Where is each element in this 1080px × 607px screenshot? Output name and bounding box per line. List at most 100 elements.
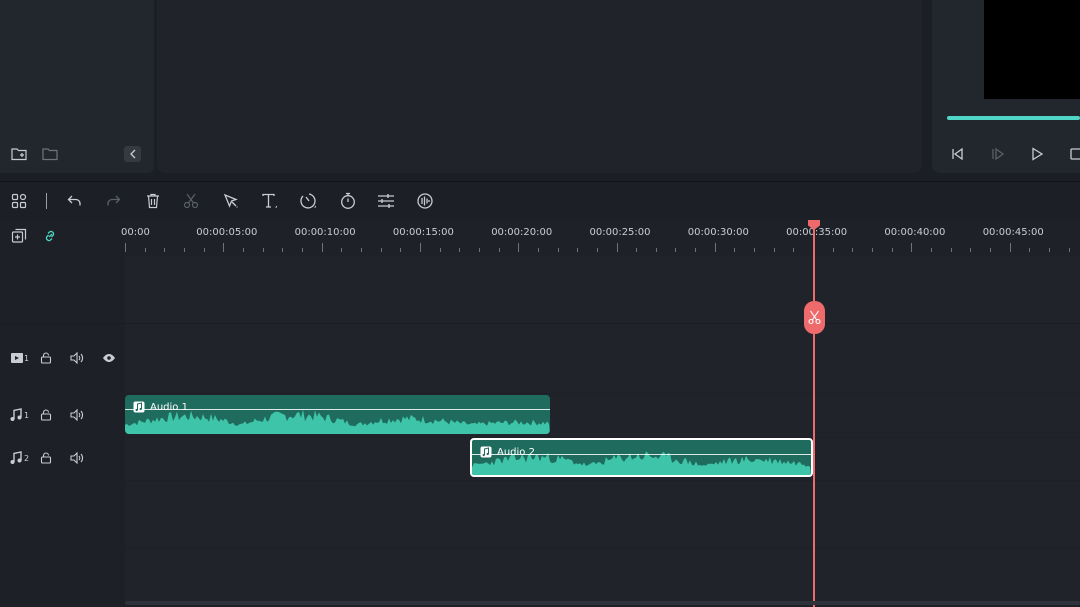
lock-icon[interactable] — [38, 350, 54, 366]
ruler-tick — [419, 243, 421, 252]
new-folder-icon[interactable] — [10, 145, 28, 163]
track-number: 2 — [24, 454, 30, 463]
music-note-icon — [8, 407, 24, 423]
clip-name: Audio 1 — [150, 401, 188, 413]
select-tool-icon[interactable] — [219, 190, 243, 212]
preview-area — [157, 0, 922, 173]
ruler-label: 00:00:30:00 — [687, 227, 749, 238]
split-scissor-icon[interactable] — [804, 301, 825, 334]
volume-icon[interactable] — [69, 350, 85, 366]
ruler-label: 00:00:25:00 — [589, 227, 651, 238]
audio-record-icon[interactable] — [413, 190, 437, 212]
playhead[interactable] — [813, 220, 815, 607]
ruler-tick — [282, 248, 284, 252]
editor-window: 00:00 00:00:05:00 00:00:10:00 00:00:15:00 00… — [0, 0, 1080, 607]
folder-icon[interactable] — [41, 145, 59, 163]
time-ruler[interactable]: 00:00 00:00:05:00 00:00:10:00 00:00:15:00 00… — [121, 220, 1080, 256]
ruler-tick — [125, 243, 126, 252]
volume-icon[interactable] — [69, 407, 85, 423]
ruler-tick — [832, 248, 834, 252]
ruler-tick — [950, 248, 952, 252]
track-row-empty-top — [125, 256, 1080, 323]
volume-icon[interactable] — [69, 450, 85, 466]
ruler-tick — [537, 248, 539, 252]
ruler-label: 00:00:05:00 — [196, 227, 258, 238]
toolbar-divider — [46, 193, 47, 209]
ruler-tick — [223, 243, 225, 252]
clip-name: Audio 2 — [497, 446, 535, 458]
timer-icon[interactable] — [336, 190, 360, 212]
undo-icon[interactable] — [63, 190, 87, 212]
ruler-tick — [242, 248, 244, 252]
ruler-tick — [616, 243, 618, 252]
ruler-tick — [262, 248, 264, 252]
player-screen — [984, 0, 1080, 99]
lock-icon[interactable] — [38, 450, 54, 466]
ruler-tick — [970, 248, 972, 252]
ruler-tick — [203, 248, 205, 252]
ruler-tick — [301, 248, 303, 252]
ruler-tick — [636, 248, 638, 252]
ruler-tick — [911, 243, 913, 252]
layout-grid-icon[interactable] — [7, 190, 31, 212]
ruler-tick — [793, 248, 795, 252]
adjust-icon[interactable] — [374, 190, 398, 212]
ruler-label: 00:00:40:00 — [884, 227, 946, 238]
track-number: 1 — [24, 411, 30, 420]
ruler-tick — [852, 248, 854, 252]
stop-icon[interactable] — [1066, 144, 1080, 164]
link-icon[interactable] — [42, 228, 58, 244]
ruler-left-controls — [0, 220, 125, 256]
lock-icon[interactable] — [38, 407, 54, 423]
ruler-tick — [734, 248, 736, 252]
music-note-icon — [8, 450, 24, 466]
ruler-tick — [380, 248, 382, 252]
ruler-tick — [1009, 243, 1011, 252]
ruler-label: 00:00 — [121, 227, 150, 238]
media-panel — [0, 0, 154, 173]
ruler-tick — [557, 248, 559, 252]
ruler-tick — [872, 248, 874, 252]
track-row-empty-last — [125, 548, 1080, 601]
clip-label: Audio 1 — [133, 401, 188, 413]
track-header-audio-1: 1 — [0, 403, 125, 427]
track-header-video-1: 1 — [0, 346, 125, 370]
play-icon[interactable] — [1027, 144, 1047, 164]
speed-icon[interactable] — [297, 190, 321, 212]
timeline-toolbar — [0, 181, 1080, 220]
ruler-tick — [321, 243, 323, 252]
ruler-label: 00:00:10:00 — [294, 227, 356, 238]
audio-clip-1[interactable]: Audio 1 — [125, 395, 550, 434]
ruler-tick — [714, 243, 716, 252]
ruler-tick — [1049, 248, 1051, 252]
step-back-icon[interactable] — [948, 144, 968, 164]
ruler-tick — [754, 248, 756, 252]
ruler-tick — [439, 248, 441, 252]
audio-waveform — [125, 409, 550, 434]
delete-icon[interactable] — [141, 190, 165, 212]
text-tool-icon[interactable] — [258, 190, 282, 212]
track-header-audio-2: 2 — [0, 446, 125, 470]
ruler-tick — [400, 248, 402, 252]
collapse-left-icon[interactable] — [124, 146, 141, 162]
playback-progress[interactable] — [947, 116, 1080, 120]
ruler-tick — [931, 248, 933, 252]
clip-label: Audio 2 — [480, 446, 535, 458]
add-track-icon[interactable] — [11, 228, 27, 244]
ruler-tick — [1068, 248, 1070, 252]
eye-icon[interactable] — [101, 350, 117, 366]
horizontal-scrollbar[interactable] — [125, 601, 1080, 605]
playback-progress-fill — [947, 116, 1080, 120]
audio-clip-2[interactable]: Audio 2 — [470, 438, 813, 477]
redo-icon[interactable] — [101, 190, 125, 212]
step-forward-icon[interactable] — [988, 144, 1008, 164]
ruler-tick — [773, 248, 775, 252]
ruler-tick — [675, 248, 677, 252]
ruler-tick — [498, 248, 500, 252]
music-note-icon — [480, 446, 492, 458]
ruler-tick — [891, 248, 893, 252]
cut-icon[interactable] — [179, 190, 203, 212]
volume-line[interactable] — [125, 409, 550, 410]
player-panel — [932, 0, 1080, 173]
video-track-icon — [9, 350, 25, 366]
